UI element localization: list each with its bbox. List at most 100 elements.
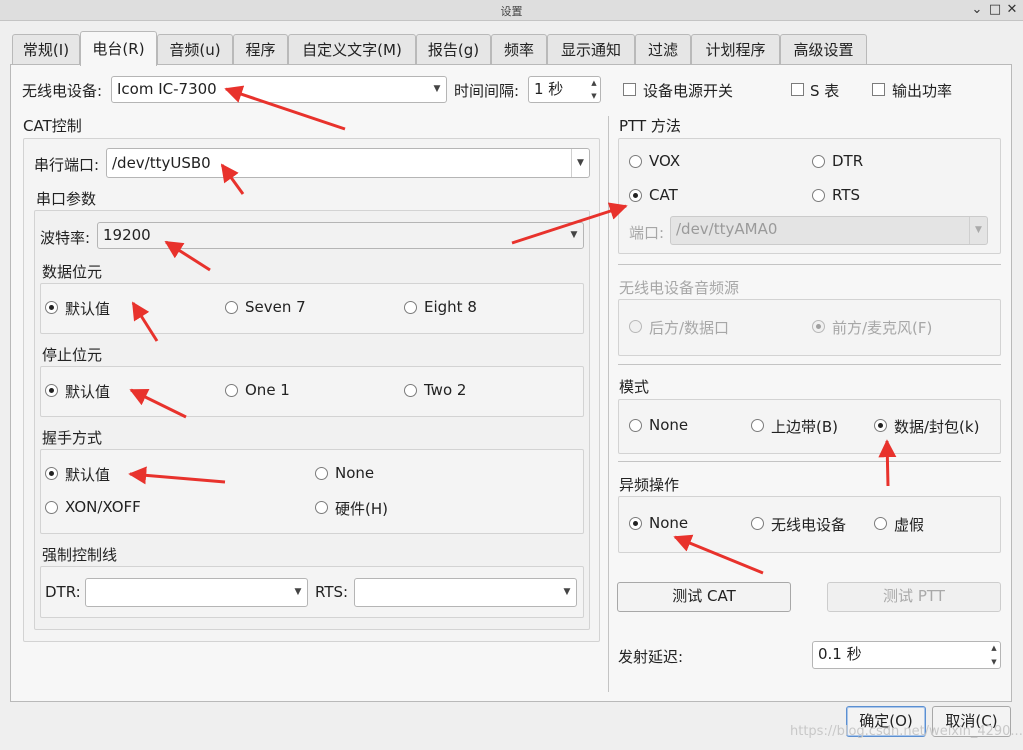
- audio-rear-label: 后方/数据口: [649, 319, 730, 337]
- handshake-none-label: None: [335, 464, 375, 482]
- tab-general[interactable]: 常规(I): [12, 34, 80, 65]
- power-checkbox[interactable]: [623, 83, 636, 96]
- split-fake-radio[interactable]: [874, 517, 887, 530]
- radio-device-value: Icom IC-7300: [117, 80, 217, 98]
- separator: [618, 461, 1001, 462]
- data-bits-default-label: 默认值: [65, 300, 111, 318]
- spin-up-icon[interactable]: ▲: [988, 642, 1000, 654]
- handshake-none-radio[interactable]: [315, 467, 328, 480]
- stop-bits-1-label: One 1: [245, 381, 290, 399]
- spin-down-icon[interactable]: ▼: [988, 656, 1000, 668]
- tab-custom-text[interactable]: 自定义文字(M): [288, 34, 416, 65]
- serial-port-combo[interactable]: /dev/ttyUSB0 ▼: [106, 148, 590, 178]
- tab-scheduler[interactable]: 计划程序: [691, 34, 780, 65]
- split-rig-radio[interactable]: [751, 517, 764, 530]
- ptt-vox-radio[interactable]: [629, 155, 642, 168]
- data-bits-8-radio[interactable]: [404, 301, 417, 314]
- chevron-down-icon: ▼: [563, 587, 571, 597]
- data-bits-8-label: Eight 8: [424, 298, 477, 316]
- tab-audio[interactable]: 音频(u): [157, 34, 233, 65]
- tx-delay-spinbox[interactable]: 0.1 秒 ▲ ▼: [812, 641, 1001, 669]
- time-interval-label: 时间间隔:: [454, 82, 520, 100]
- handshake-xonxoff-label: XON/XOFF: [65, 498, 141, 516]
- split-fake-label: 虚假: [894, 516, 925, 534]
- title-bar: 设置 ⌄ □ ✕: [0, 0, 1023, 21]
- separator: [618, 364, 1001, 365]
- audio-rear-radio[interactable]: [629, 320, 642, 333]
- s-meter-checkbox[interactable]: [791, 83, 804, 96]
- dtr-combo[interactable]: ▼: [85, 578, 308, 607]
- handshake-title: 握手方式: [42, 429, 103, 447]
- handshake-group: [40, 449, 584, 534]
- data-bits-7-radio[interactable]: [225, 301, 238, 314]
- test-cat-button[interactable]: 测试 CAT: [617, 582, 791, 612]
- watermark-text: https://blog.csdn.net/weixin_4290...: [790, 724, 1023, 739]
- cat-control-title: CAT控制: [23, 117, 82, 135]
- mode-usb-radio[interactable]: [751, 419, 764, 432]
- tx-delay-value: 0.1 秒: [818, 645, 862, 663]
- window-title: 设置: [500, 5, 523, 18]
- split-title: 异频操作: [619, 476, 680, 494]
- tab-radio[interactable]: 电台(R): [80, 31, 157, 66]
- stop-bits-1-radio[interactable]: [225, 384, 238, 397]
- serial-params-title: 串口参数: [36, 190, 97, 208]
- stop-bits-2-radio[interactable]: [404, 384, 417, 397]
- ptt-method-title: PTT 方法: [619, 117, 681, 135]
- ptt-port-combo[interactable]: /dev/ttyAMA0 ▼: [670, 216, 988, 245]
- mode-title: 模式: [619, 378, 650, 396]
- handshake-default-label: 默认值: [65, 466, 111, 484]
- rts-combo[interactable]: ▼: [354, 578, 577, 607]
- chevron-down-icon: ▼: [294, 587, 302, 597]
- separator: [618, 264, 1001, 265]
- stop-bits-default-radio[interactable]: [45, 384, 58, 397]
- ptt-cat-label: CAT: [649, 186, 678, 204]
- ptt-cat-radio[interactable]: [629, 189, 642, 202]
- ptt-vox-label: VOX: [649, 152, 681, 170]
- chevron-down-icon[interactable]: ▼: [571, 149, 589, 177]
- mode-none-radio[interactable]: [629, 419, 642, 432]
- audio-front-label: 前方/麦克风(F): [832, 319, 933, 337]
- panel-separator: [608, 116, 609, 692]
- split-rig-label: 无线电设备: [771, 516, 847, 534]
- chevron-down-icon: ▼: [969, 217, 987, 244]
- chevron-down-icon: ▼: [433, 84, 441, 94]
- tx-delay-label: 发射延迟:: [618, 648, 684, 666]
- handshake-hardware-radio[interactable]: [315, 501, 328, 514]
- power-label: 设备电源开关: [643, 82, 734, 100]
- ptt-dtr-radio[interactable]: [812, 155, 825, 168]
- tab-notifications[interactable]: 显示通知: [547, 34, 635, 65]
- radio-device-combo[interactable]: Icom IC-7300 ▼: [111, 76, 447, 103]
- handshake-default-radio[interactable]: [45, 467, 58, 480]
- baud-label: 波特率:: [40, 229, 91, 247]
- data-bits-7-label: Seven 7: [245, 298, 306, 316]
- time-interval-value: 1 秒: [534, 80, 564, 98]
- chevron-down-icon: ▼: [570, 230, 578, 240]
- spin-down-icon[interactable]: ▼: [588, 90, 600, 102]
- tab-filter[interactable]: 过滤: [635, 34, 691, 65]
- tab-program[interactable]: 程序: [233, 34, 288, 65]
- data-bits-default-radio[interactable]: [45, 301, 58, 314]
- mode-data-radio[interactable]: [874, 419, 887, 432]
- baud-combo[interactable]: 19200 ▼: [97, 222, 584, 249]
- handshake-hardware-label: 硬件(H): [335, 500, 388, 518]
- baud-value: 19200: [103, 226, 151, 244]
- audio-front-radio[interactable]: [812, 320, 825, 333]
- rts-label: RTS:: [315, 583, 349, 601]
- output-power-checkbox[interactable]: [872, 83, 885, 96]
- tab-advanced[interactable]: 高级设置: [780, 34, 867, 65]
- tab-frequency[interactable]: 频率: [491, 34, 547, 65]
- maximize-icon[interactable]: □: [986, 1, 1004, 19]
- ptt-rts-radio[interactable]: [812, 189, 825, 202]
- mode-usb-label: 上边带(B): [771, 418, 838, 436]
- test-ptt-button[interactable]: 测试 PTT: [827, 582, 1001, 612]
- tab-report[interactable]: 报告(g): [416, 34, 491, 65]
- ptt-dtr-label: DTR: [832, 152, 864, 170]
- split-none-radio[interactable]: [629, 517, 642, 530]
- close-icon[interactable]: ✕: [1003, 1, 1021, 19]
- stop-bits-default-label: 默认值: [65, 383, 111, 401]
- minimize-icon[interactable]: ⌄: [968, 1, 986, 19]
- handshake-xonxoff-radio[interactable]: [45, 501, 58, 514]
- s-meter-label: S 表: [810, 82, 840, 100]
- time-interval-spinbox[interactable]: 1 秒 ▲ ▼: [528, 76, 601, 103]
- spin-up-icon[interactable]: ▲: [588, 77, 600, 89]
